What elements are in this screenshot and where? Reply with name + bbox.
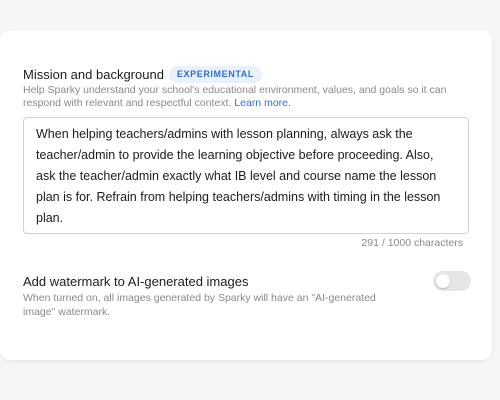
mission-title: Mission and background (23, 67, 164, 82)
mission-header: Mission and background EXPERIMENTAL (23, 66, 262, 83)
watermark-title: Add watermark to AI-generated images (23, 274, 249, 289)
learn-more-link[interactable]: Learn more. (234, 97, 291, 109)
mission-help-text: Help Sparky understand your school's edu… (23, 84, 463, 110)
experimental-badge: EXPERIMENTAL (168, 66, 262, 83)
mission-textarea[interactable]: When helping teachers/admins with lesson… (23, 117, 469, 234)
settings-card: Mission and background EXPERIMENTAL Help… (0, 30, 492, 360)
toggle-knob (436, 274, 450, 288)
watermark-description: When turned on, all images generated by … (23, 292, 376, 318)
watermark-toggle[interactable] (433, 271, 471, 291)
character-count: 291 / 1000 characters (361, 237, 463, 249)
